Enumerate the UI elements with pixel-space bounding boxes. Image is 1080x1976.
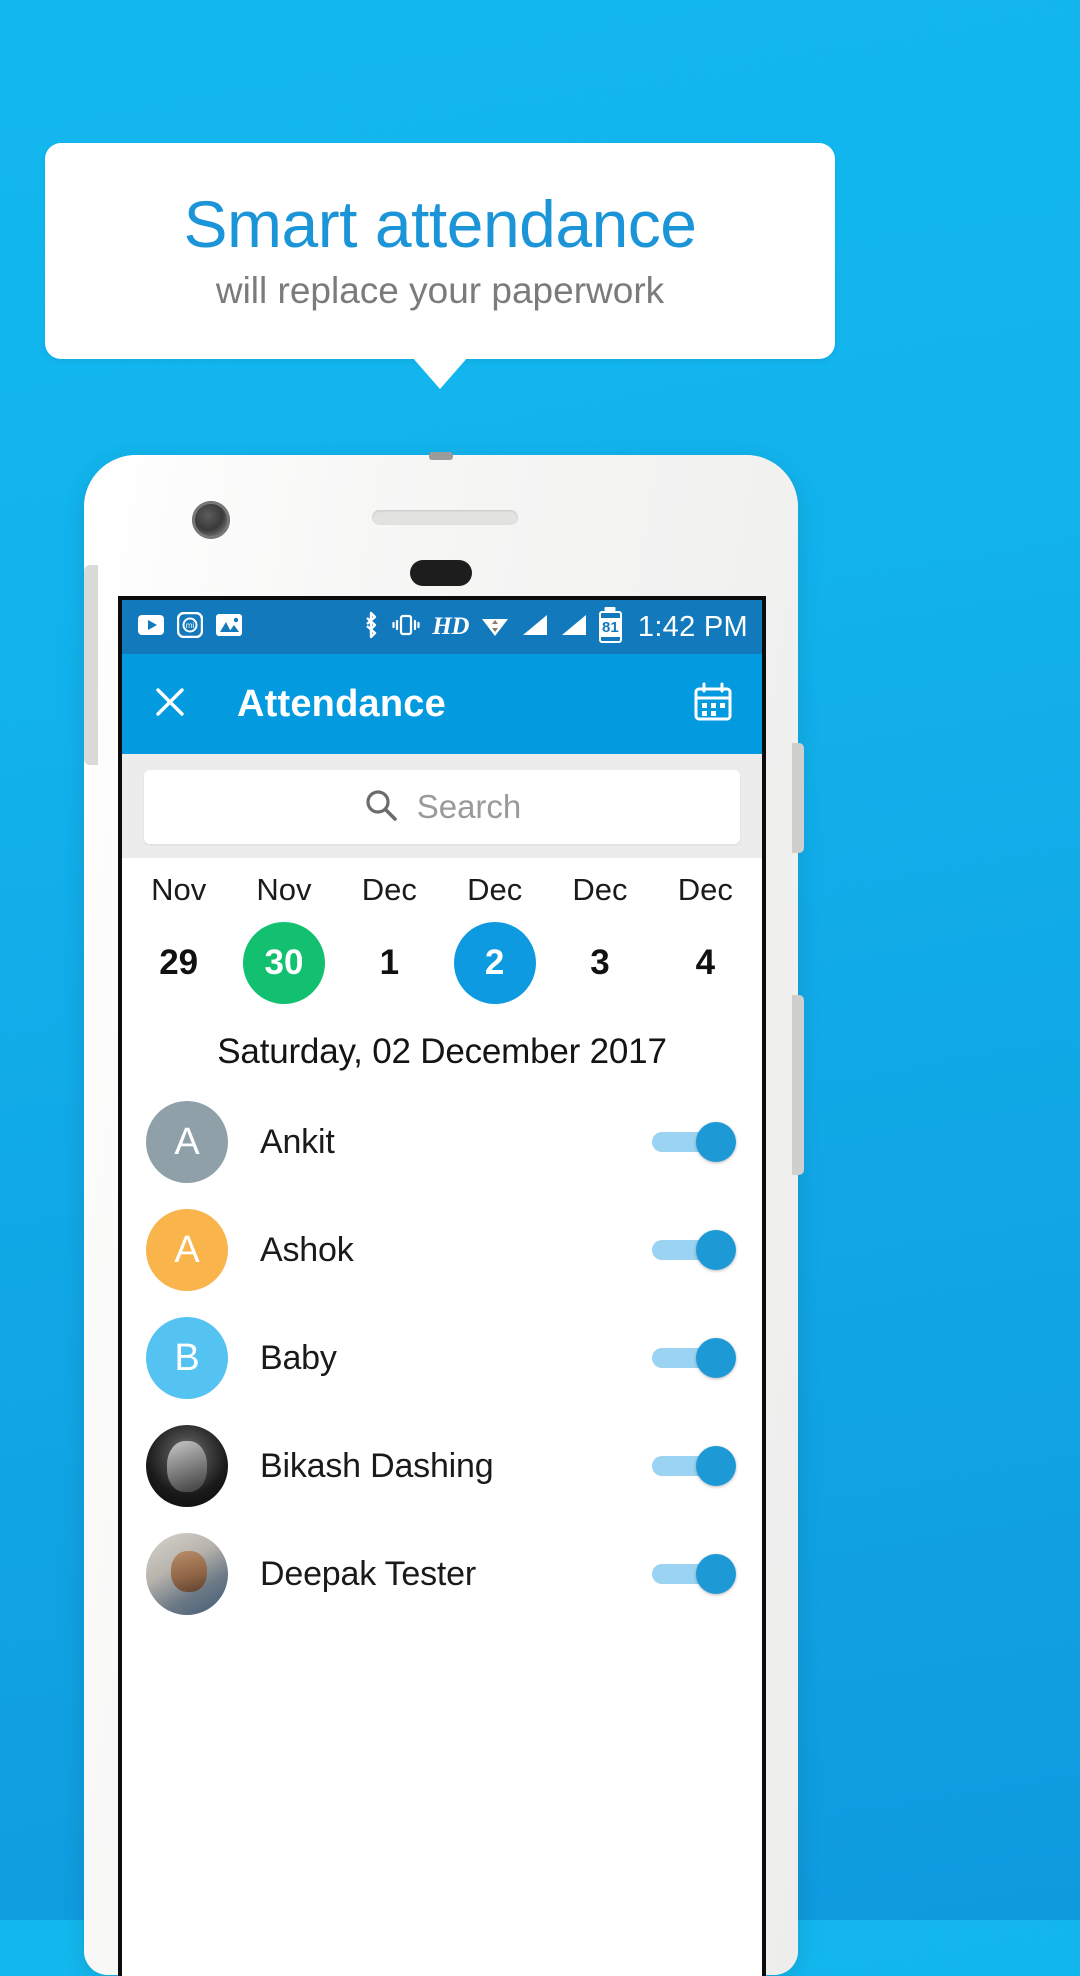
earpiece-speaker — [372, 510, 518, 525]
phone-volume-button — [792, 995, 804, 1175]
person-name: Bikash Dashing — [260, 1446, 494, 1485]
avatar-initial: A — [174, 1228, 200, 1271]
gallery-icon — [216, 613, 242, 641]
battery-percent-label: 81 — [600, 617, 620, 637]
svg-text:mi: mi — [186, 621, 195, 630]
status-bar-system-icons: HD 81 1:42 PM — [362, 610, 748, 645]
page-title: Attendance — [237, 682, 446, 725]
toggle-knob — [696, 1338, 736, 1378]
person-name: Ankit — [260, 1122, 335, 1161]
close-button[interactable] — [148, 682, 192, 726]
wifi-icon — [480, 612, 510, 643]
vibrate-icon — [391, 612, 421, 643]
signal-icon — [521, 613, 549, 642]
avatar: B — [146, 1317, 228, 1399]
status-bar-clock: 1:42 PM — [637, 610, 748, 643]
calendar-icon — [692, 681, 734, 728]
attendance-toggle[interactable] — [652, 1446, 736, 1486]
list-item[interactable]: B Baby — [122, 1304, 762, 1412]
date-month-label: Nov — [151, 872, 207, 907]
attendance-toggle[interactable] — [652, 1554, 736, 1594]
date-day-number: 1 — [379, 943, 400, 982]
avatar-initial: A — [174, 1120, 200, 1163]
avatar: A — [146, 1101, 228, 1183]
date-cell-0[interactable]: Nov 29 — [126, 872, 231, 1004]
close-icon — [151, 683, 189, 726]
date-day-number-selected: 2 — [453, 922, 536, 1004]
battery-icon: 81 — [598, 611, 622, 643]
front-camera-icon — [192, 501, 230, 539]
date-cell-3[interactable]: Dec 2 — [442, 872, 547, 1004]
date-day-number: 29 — [159, 943, 199, 982]
phone-screen: mi HD 81 1:42 PM Attendance Search Nov 2… — [118, 596, 766, 1976]
status-bar: mi HD 81 1:42 PM — [122, 600, 762, 654]
date-month-label: Nov — [256, 872, 312, 907]
date-month-label: Dec — [677, 872, 733, 907]
date-cell-4[interactable]: Dec 3 — [547, 872, 652, 1004]
date-cell-2[interactable]: Dec 1 — [337, 872, 442, 1004]
search-icon — [363, 787, 399, 828]
date-day-number: 4 — [695, 943, 716, 982]
person-name: Deepak Tester — [260, 1554, 477, 1593]
promo-banner: Smart attendance will replace your paper… — [45, 143, 835, 359]
mi-camera-icon: mi — [176, 611, 204, 643]
list-item[interactable]: Deepak Tester — [122, 1520, 762, 1628]
search-bar-container: Search — [122, 754, 762, 858]
app-bar: Attendance — [122, 654, 762, 754]
date-month-label: Dec — [467, 872, 523, 907]
date-month-label: Dec — [572, 872, 628, 907]
phone-left-edge — [84, 565, 98, 765]
bluetooth-icon — [362, 610, 380, 645]
date-day-number: 3 — [590, 943, 610, 982]
person-name: Ashok — [260, 1230, 354, 1269]
calendar-button[interactable] — [690, 681, 736, 727]
phone-mockup: mi HD 81 1:42 PM Attendance Search Nov 2… — [84, 452, 804, 1976]
list-item[interactable]: Bikash Dashing — [122, 1412, 762, 1520]
signal-icon — [560, 613, 588, 642]
list-item[interactable]: A Ankit — [122, 1088, 762, 1196]
search-input[interactable]: Search — [144, 770, 740, 844]
hd-icon: HD — [432, 613, 469, 640]
phone-top-sensor — [429, 452, 453, 460]
attendance-toggle[interactable] — [652, 1230, 736, 1270]
avatar-initial: B — [174, 1336, 200, 1379]
home-button[interactable] — [410, 560, 472, 586]
attendance-toggle[interactable] — [652, 1122, 736, 1162]
attendance-toggle[interactable] — [652, 1338, 736, 1378]
date-strip: Nov 29 Nov 30 Dec 1 Dec 2 Dec 3 Dec 4 — [122, 858, 762, 1010]
selected-date-label: Saturday, 02 December 2017 — [122, 1010, 762, 1088]
toggle-knob — [696, 1446, 736, 1486]
date-cell-1[interactable]: Nov 30 — [231, 872, 336, 1004]
date-cell-5[interactable]: Dec 4 — [653, 872, 758, 1004]
attendance-list: A Ankit A Ashok B Baby Bikash Dashing De… — [122, 1088, 762, 1628]
avatar-photo — [146, 1533, 228, 1615]
toggle-knob — [696, 1230, 736, 1270]
avatar: A — [146, 1209, 228, 1291]
toggle-knob — [696, 1122, 736, 1162]
phone-power-button — [792, 743, 804, 853]
avatar-photo — [146, 1425, 228, 1507]
person-name: Baby — [260, 1338, 337, 1377]
date-day-number-today: 30 — [242, 922, 325, 1004]
search-placeholder: Search — [416, 788, 522, 825]
promo-subtitle: will replace your paperwork — [215, 269, 665, 311]
status-bar-notifications: mi — [138, 611, 242, 643]
youtube-icon — [138, 614, 164, 640]
promo-bubble-tail — [412, 357, 468, 389]
promo-title: Smart attendance — [183, 187, 697, 262]
date-month-label: Dec — [361, 872, 417, 907]
toggle-knob — [696, 1554, 736, 1594]
list-item[interactable]: A Ashok — [122, 1196, 762, 1304]
